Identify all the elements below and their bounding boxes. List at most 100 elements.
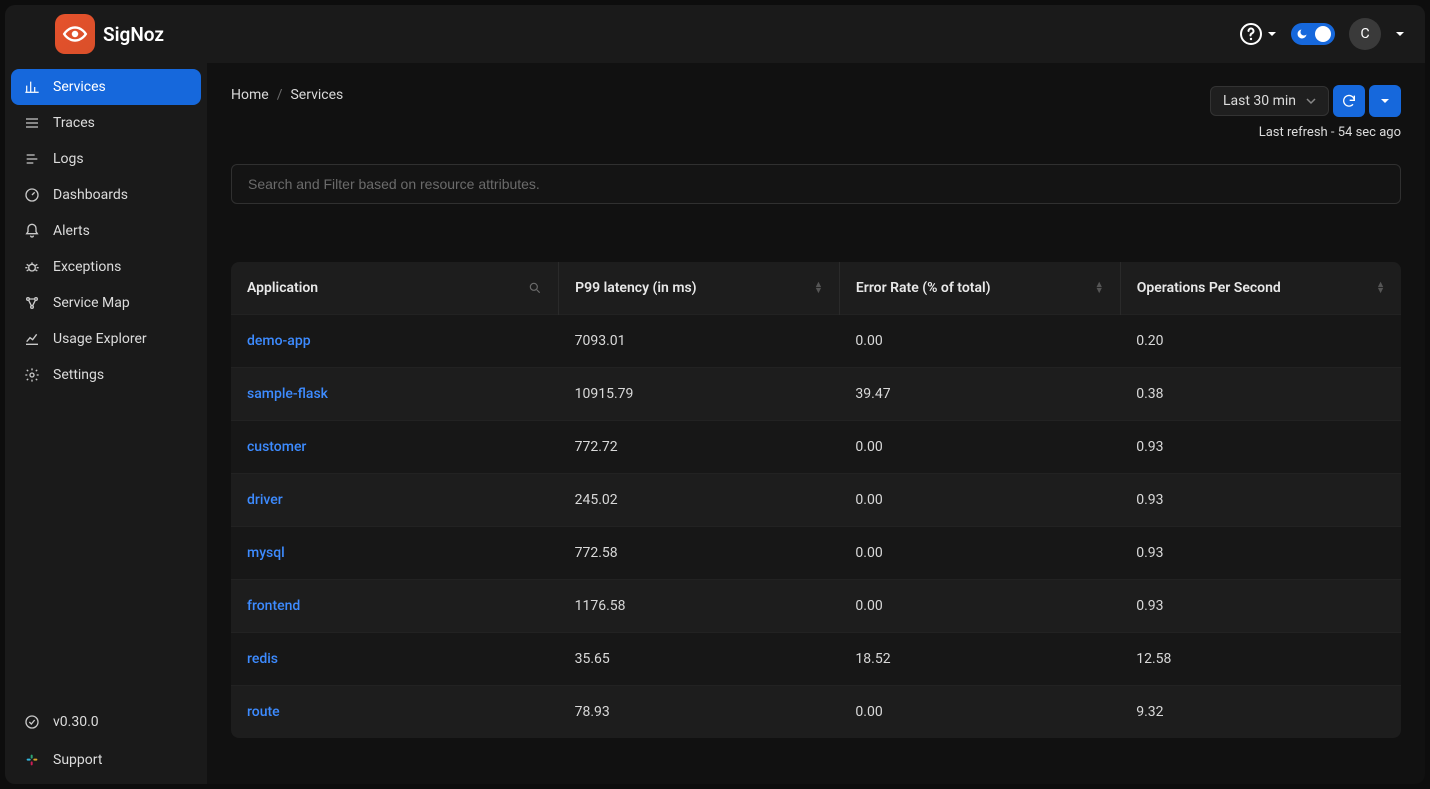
cell-error-rate: 0.00 [839, 580, 1120, 633]
sidebar-item-label: Service Map [53, 295, 130, 311]
caret-down-icon [1380, 96, 1390, 106]
table-row: demo-app7093.010.000.20 [231, 315, 1401, 368]
sidebar-item-usage-explorer[interactable]: Usage Explorer [11, 321, 201, 357]
caret-down-icon[interactable] [1395, 29, 1405, 39]
sort-icon: ▲▼ [814, 282, 823, 294]
sidebar-item-service-map[interactable]: Service Map [11, 285, 201, 321]
version-label: v0.30.0 [53, 714, 99, 730]
sidebar-item-label: Exceptions [53, 259, 121, 275]
chart-line-icon [23, 331, 41, 347]
cell-p99: 1176.58 [559, 580, 840, 633]
last-refresh-label: Last refresh - 54 sec ago [1259, 125, 1401, 140]
table-row: redis35.6518.5212.58 [231, 633, 1401, 686]
service-link[interactable]: demo-app [231, 315, 559, 368]
service-link[interactable]: customer [231, 421, 559, 474]
sidebar-item-dashboards[interactable]: Dashboards [11, 177, 201, 213]
column-error-rate[interactable]: Error Rate (% of total) ▲▼ [839, 262, 1120, 315]
gear-icon [23, 367, 41, 383]
dashboard-icon [23, 187, 41, 203]
cell-ops: 0.93 [1120, 527, 1401, 580]
time-range-select[interactable]: Last 30 min [1210, 86, 1329, 116]
service-link[interactable]: mysql [231, 527, 559, 580]
user-avatar[interactable]: C [1349, 18, 1381, 50]
cell-ops: 9.32 [1120, 686, 1401, 739]
sidebar-item-settings[interactable]: Settings [11, 357, 201, 393]
lines-icon [23, 115, 41, 131]
support-label: Support [53, 752, 102, 768]
check-circle-icon [23, 714, 41, 730]
service-link[interactable]: frontend [231, 580, 559, 633]
service-link[interactable]: sample-flask [231, 368, 559, 421]
cell-ops: 0.93 [1120, 474, 1401, 527]
search-icon[interactable] [528, 281, 542, 295]
services-table: Application P99 latency (in ms) ▲▼ [231, 262, 1401, 738]
service-link[interactable]: redis [231, 633, 559, 686]
sidebar-item-services[interactable]: Services [11, 69, 201, 105]
sidebar-item-traces[interactable]: Traces [11, 105, 201, 141]
brand-text: SigNoz [103, 23, 164, 46]
refresh-button[interactable] [1333, 85, 1365, 117]
sidebar-item-label: Usage Explorer [53, 331, 147, 347]
table-row: driver245.020.000.93 [231, 474, 1401, 527]
caret-down-icon [1267, 29, 1277, 39]
column-ops-per-sec[interactable]: Operations Per Second ▲▼ [1120, 262, 1401, 315]
cell-p99: 10915.79 [559, 368, 840, 421]
sidebar-item-label: Dashboards [53, 187, 128, 203]
cell-p99: 35.65 [559, 633, 840, 686]
eye-logo-icon [55, 14, 95, 54]
table-row: frontend1176.580.000.93 [231, 580, 1401, 633]
cell-error-rate: 0.00 [839, 527, 1120, 580]
sort-icon: ▲▼ [1095, 282, 1104, 294]
moon-icon [1296, 28, 1308, 40]
log-icon [23, 151, 41, 167]
theme-toggle[interactable] [1291, 23, 1335, 45]
breadcrumb-home[interactable]: Home [231, 87, 269, 103]
brand-logo[interactable]: SigNoz [55, 14, 164, 54]
sidebar-item-label: Logs [53, 151, 84, 167]
cell-error-rate: 0.00 [839, 421, 1120, 474]
avatar-initial: C [1360, 26, 1369, 42]
bell-icon [23, 223, 41, 239]
sidebar-item-label: Settings [53, 367, 104, 383]
service-link[interactable]: driver [231, 474, 559, 527]
sidebar-item-alerts[interactable]: Alerts [11, 213, 201, 249]
chevron-down-icon [1306, 96, 1316, 106]
column-p99-latency[interactable]: P99 latency (in ms) ▲▼ [559, 262, 840, 315]
table-row: route78.930.009.32 [231, 686, 1401, 739]
table-row: sample-flask10915.7939.470.38 [231, 368, 1401, 421]
toggle-knob [1315, 26, 1331, 42]
bar-chart-icon [23, 79, 41, 95]
cell-error-rate: 0.00 [839, 686, 1120, 739]
cell-p99: 245.02 [559, 474, 840, 527]
help-icon [1239, 22, 1263, 46]
help-menu-button[interactable] [1239, 22, 1277, 46]
sidebar-item-label: Services [53, 79, 106, 95]
table-row: customer772.720.000.93 [231, 421, 1401, 474]
cell-error-rate: 39.47 [839, 368, 1120, 421]
cell-p99: 772.58 [559, 527, 840, 580]
sort-icon: ▲▼ [1376, 282, 1385, 294]
breadcrumb-current: Services [290, 87, 343, 103]
cell-error-rate: 18.52 [839, 633, 1120, 686]
refresh-icon [1341, 93, 1357, 109]
cell-p99: 78.93 [559, 686, 840, 739]
cell-ops: 0.93 [1120, 421, 1401, 474]
breadcrumb-separator: / [277, 87, 283, 103]
support-link[interactable]: Support [11, 742, 201, 778]
table-row: mysql772.580.000.93 [231, 527, 1401, 580]
cell-ops: 12.58 [1120, 633, 1401, 686]
cell-error-rate: 0.00 [839, 315, 1120, 368]
version-info[interactable]: v0.30.0 [11, 704, 201, 740]
search-input[interactable] [231, 164, 1401, 204]
sidebar-item-logs[interactable]: Logs [11, 141, 201, 177]
cell-p99: 7093.01 [559, 315, 840, 368]
app-header: SigNoz [5, 5, 1425, 63]
service-link[interactable]: route [231, 686, 559, 739]
refresh-options-button[interactable] [1369, 85, 1401, 117]
time-range-label: Last 30 min [1223, 93, 1296, 109]
breadcrumb: Home / Services [231, 87, 343, 103]
sidebar-item-label: Traces [53, 115, 95, 131]
column-application[interactable]: Application [231, 262, 559, 315]
map-icon [23, 295, 41, 311]
sidebar-item-exceptions[interactable]: Exceptions [11, 249, 201, 285]
